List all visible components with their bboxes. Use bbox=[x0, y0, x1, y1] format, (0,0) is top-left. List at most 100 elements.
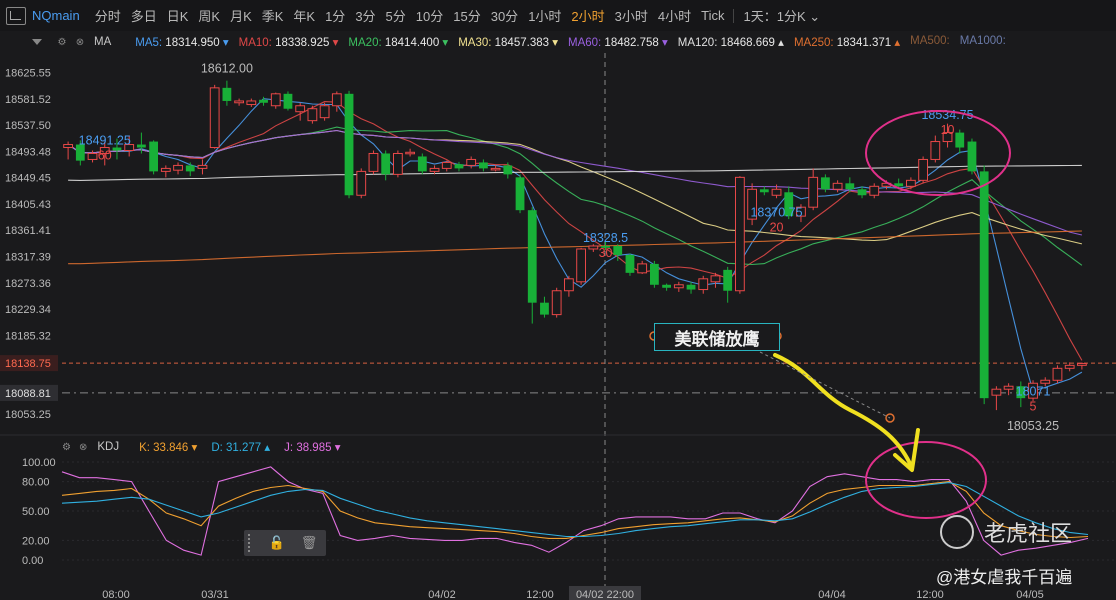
kdj-item-1[interactable]: D: 31.277 ▴ bbox=[211, 440, 270, 454]
candle-body-6 bbox=[136, 144, 146, 148]
bar-count-0: 60 bbox=[98, 149, 112, 163]
candle-body-43 bbox=[588, 245, 599, 250]
price-annotation-0: 18491.25 bbox=[79, 134, 131, 148]
time-tick-1: 03/31 bbox=[201, 589, 229, 600]
candle-body-41 bbox=[563, 278, 574, 292]
price-annotation-2: 18328.5 bbox=[583, 231, 628, 245]
candle-body-14 bbox=[234, 100, 245, 104]
candle-body-75 bbox=[979, 171, 989, 399]
price-tick-1: 18581.52 bbox=[5, 94, 51, 106]
bar-count-3: 20 bbox=[770, 221, 784, 235]
candle-body-64 bbox=[845, 183, 855, 190]
candle-body-34 bbox=[478, 162, 488, 169]
watermark-brand: 老虎社区 bbox=[940, 515, 1072, 549]
candle-body-24 bbox=[356, 170, 367, 196]
candle-body-31 bbox=[441, 161, 452, 169]
candle-body-58 bbox=[771, 188, 782, 196]
kdj-items: K: 33.846 ▾ D: 31.277 ▴ J: 38.985 ▾ bbox=[139, 440, 354, 454]
time-tick-2: 04/02 bbox=[428, 589, 456, 600]
settings-gear-icon[interactable]: ⚙ bbox=[62, 442, 71, 453]
candle-body-51 bbox=[686, 284, 696, 290]
time-tick-6: 12:00 bbox=[916, 589, 944, 600]
price-tick-8: 18273.36 bbox=[5, 278, 51, 290]
candle-body-25 bbox=[368, 152, 379, 172]
annotation-text-box[interactable]: 美联储放鹰 bbox=[654, 323, 780, 351]
candle-body-55 bbox=[734, 176, 745, 292]
candle-body-26 bbox=[381, 153, 391, 175]
price-tick-5: 18405.43 bbox=[5, 199, 51, 211]
candle-body-35 bbox=[490, 167, 501, 171]
tiger-logo-icon bbox=[940, 515, 974, 549]
price-tick-13: 18053.25 bbox=[5, 409, 51, 421]
candle-body-16 bbox=[259, 99, 268, 103]
candle-body-80 bbox=[1040, 379, 1051, 384]
price-tick-2: 18537.50 bbox=[5, 120, 51, 132]
kdj-tick-2: 50.00 bbox=[22, 506, 50, 518]
candle-body-29 bbox=[417, 156, 427, 172]
candle-body-68 bbox=[894, 183, 904, 187]
candle-body-12 bbox=[209, 87, 220, 149]
candle-body-2 bbox=[87, 152, 98, 160]
kdj-tick-0: 100.00 bbox=[22, 457, 56, 469]
kdj-tick-4: 0.00 bbox=[22, 555, 43, 567]
close-circle-icon[interactable]: ⊗ bbox=[79, 442, 87, 453]
bar-count-5: 5 bbox=[1030, 400, 1037, 414]
price-tick-0: 18625.55 bbox=[5, 68, 51, 80]
time-tick-0: 08:00 bbox=[102, 589, 130, 600]
trash-icon[interactable]: 🗑 bbox=[296, 533, 322, 553]
price-tick-4: 18449.45 bbox=[5, 173, 51, 185]
candle-body-21 bbox=[319, 105, 330, 119]
candle-body-30 bbox=[429, 167, 440, 172]
drag-handle[interactable] bbox=[248, 534, 258, 552]
candle-body-17 bbox=[270, 93, 281, 107]
candle-body-10 bbox=[185, 165, 195, 172]
candle-body-23 bbox=[344, 93, 354, 196]
candle-body-28 bbox=[405, 151, 416, 155]
candle-body-70 bbox=[918, 158, 929, 181]
price-annotation-5: 18071 bbox=[1016, 385, 1051, 399]
candle-body-7 bbox=[149, 141, 159, 172]
candle-body-74 bbox=[967, 141, 977, 172]
price-annotation-6: 18053.25 bbox=[1007, 419, 1059, 433]
candle-body-83 bbox=[1076, 363, 1087, 366]
time-tick-7: 04/05 bbox=[1016, 589, 1044, 600]
candle-body-65 bbox=[857, 189, 867, 196]
kdj-indicator-bar: ⚙ ⊗ KDJ K: 33.846 ▾ D: 31.277 ▴ J: 38.985 … bbox=[0, 437, 900, 457]
candle-body-69 bbox=[905, 179, 916, 187]
kdj-tick-3: 20.00 bbox=[22, 535, 50, 547]
price-chart: 18491.2560 18612.00 18328.530 18370.7520 185… bbox=[0, 53, 1116, 600]
price-tick-9: 18229.34 bbox=[5, 304, 51, 316]
kdj-item-0[interactable]: K: 33.846 ▾ bbox=[139, 440, 197, 454]
candle-body-33 bbox=[466, 158, 477, 166]
kdj-tick-1: 80.00 bbox=[22, 477, 50, 489]
lock-icon[interactable]: 🔓 bbox=[264, 533, 290, 553]
time-tick-5: 04/04 bbox=[818, 589, 846, 600]
price-annotation-3: 18370.75 bbox=[750, 206, 802, 220]
price-tick-12: 18088.81 bbox=[5, 388, 51, 400]
kdj-name: KDJ bbox=[97, 441, 120, 453]
candle-body-39 bbox=[540, 302, 549, 315]
candle-body-19 bbox=[295, 105, 306, 113]
bar-count-4: 10 bbox=[941, 123, 955, 137]
candle-body-15 bbox=[246, 100, 257, 106]
candle-body-45 bbox=[613, 245, 623, 255]
kdj-item-2[interactable]: J: 38.985 ▾ bbox=[284, 440, 340, 454]
candle-body-18 bbox=[283, 93, 293, 109]
candle-body-38 bbox=[527, 210, 537, 303]
price-tick-7: 18317.39 bbox=[5, 251, 51, 263]
candle-body-9 bbox=[173, 164, 183, 171]
drawing-toolbar: 🔓 🗑 bbox=[244, 530, 326, 556]
price-tick-10: 18185.32 bbox=[5, 330, 51, 342]
candle-body-66 bbox=[869, 185, 880, 196]
candle-body-76 bbox=[991, 388, 1002, 396]
candle-body-82 bbox=[1064, 364, 1075, 369]
candle-body-63 bbox=[832, 182, 843, 190]
candle-body-57 bbox=[759, 189, 769, 193]
candle-body-81 bbox=[1052, 367, 1063, 381]
candle-body-8 bbox=[160, 167, 171, 172]
time-tick-3: 12:00 bbox=[526, 589, 554, 600]
candle-body-53 bbox=[710, 275, 721, 283]
candle-body-52 bbox=[698, 278, 709, 291]
candle-body-50 bbox=[673, 284, 684, 289]
candle-body-54 bbox=[723, 269, 733, 291]
